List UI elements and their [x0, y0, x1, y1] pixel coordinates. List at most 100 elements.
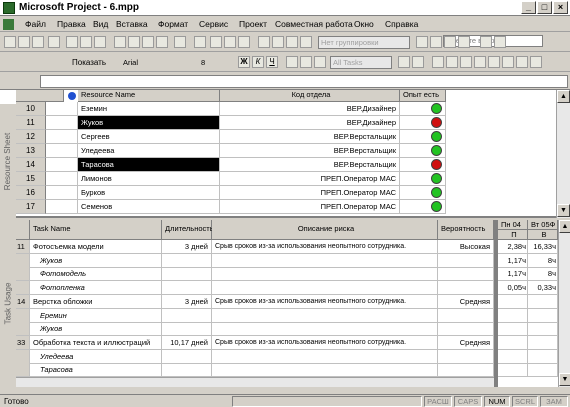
entry-field[interactable]: [40, 75, 568, 88]
task-name-cell[interactable]: Жуков: [30, 253, 162, 268]
copy-icon[interactable]: [128, 36, 140, 48]
duration-cell[interactable]: [162, 281, 212, 296]
unlink-tasks-icon[interactable]: [224, 36, 236, 48]
col-dept-code[interactable]: Код отдела: [220, 90, 400, 102]
resource-name-cell[interactable]: Еземин: [78, 102, 220, 116]
task-name-cell[interactable]: Верстка обложки: [30, 294, 162, 309]
risk-description-cell[interactable]: Срыв сроков из-за использования неопытно…: [212, 240, 438, 254]
resource-name-cell[interactable]: Лимонов: [78, 172, 220, 186]
resource-name-cell[interactable]: Жуков: [78, 116, 220, 130]
copy-picture-2-icon[interactable]: [458, 36, 470, 48]
row-number[interactable]: [16, 322, 30, 337]
menu-collaborate[interactable]: Совместная работа: [275, 19, 353, 29]
search-icon[interactable]: [48, 36, 60, 48]
row-number[interactable]: 14: [16, 158, 46, 172]
undo-icon[interactable]: [174, 36, 186, 48]
risk-description-cell[interactable]: Срыв сроков из-за использования неопытно…: [212, 335, 438, 350]
format-painter-icon[interactable]: [156, 36, 168, 48]
task-name-cell[interactable]: Обработка текста и иллюстраций: [30, 335, 162, 350]
probability-cell[interactable]: [438, 349, 494, 364]
col-probability[interactable]: Вероятность: [438, 220, 494, 240]
horizontal-scrollbar[interactable]: [16, 377, 494, 387]
scroll-up-button[interactable]: ▲: [557, 90, 570, 103]
show-dropdown[interactable]: Показать: [72, 58, 106, 67]
work-cell-day1[interactable]: 1,17ч: [498, 267, 528, 282]
work-cell-day2[interactable]: 8ч: [528, 267, 558, 282]
new-icon[interactable]: [4, 36, 16, 48]
bold-button[interactable]: Ж: [238, 56, 250, 68]
work-cell-day2[interactable]: [528, 363, 558, 378]
work-cell-day1[interactable]: [498, 294, 528, 309]
toolbar-button-7[interactable]: [516, 56, 528, 68]
duration-cell[interactable]: [162, 308, 212, 323]
work-cell-day2[interactable]: 8ч: [528, 253, 558, 268]
align-center-icon[interactable]: [300, 56, 312, 68]
open-icon[interactable]: [18, 36, 30, 48]
filter-combo[interactable]: All Tasks: [330, 56, 392, 69]
dept-code-cell[interactable]: ВЕР.Дизайнер: [220, 102, 400, 116]
font-combo[interactable]: Arial: [120, 56, 194, 69]
probability-cell[interactable]: [438, 281, 494, 296]
row-number[interactable]: 33: [16, 335, 30, 350]
row-number[interactable]: 17: [16, 200, 46, 214]
row-number[interactable]: 12: [16, 130, 46, 144]
dept-code-cell[interactable]: ВЕР.Верстальщик: [220, 144, 400, 158]
align-left-icon[interactable]: [286, 56, 298, 68]
col-risk-description[interactable]: Описание риска: [212, 220, 438, 240]
row-number[interactable]: [16, 363, 30, 378]
menu-window[interactable]: Окно: [354, 19, 374, 29]
task-name-cell[interactable]: Еремин: [30, 308, 162, 323]
probability-cell[interactable]: [438, 253, 494, 268]
scroll-down-button[interactable]: ▼: [557, 204, 570, 217]
resource-name-cell[interactable]: Уледеева: [78, 144, 220, 158]
resource-scrollbar[interactable]: ▲ ▼: [556, 90, 570, 218]
document-icon[interactable]: [3, 19, 14, 30]
dept-code-cell[interactable]: ПРЕП.Оператор МАС: [220, 186, 400, 200]
work-cell-day1[interactable]: [498, 308, 528, 323]
dept-code-cell[interactable]: ПРЕП.Оператор МАС: [220, 200, 400, 214]
link-tasks-icon[interactable]: [210, 36, 222, 48]
cut-icon[interactable]: [114, 36, 126, 48]
assign-resources-icon[interactable]: [286, 36, 298, 48]
minus-icon[interactable]: [42, 56, 54, 68]
probability-cell[interactable]: [438, 363, 494, 378]
paste-icon[interactable]: [142, 36, 154, 48]
task-info-icon[interactable]: [258, 36, 270, 48]
row-number[interactable]: 11: [16, 240, 30, 254]
row-number[interactable]: 15: [16, 172, 46, 186]
underline-button[interactable]: Ч: [266, 56, 278, 68]
row-number[interactable]: [16, 253, 30, 268]
duration-cell[interactable]: [162, 322, 212, 337]
dept-code-cell[interactable]: ВЕР.Верстальщик: [220, 158, 400, 172]
resource-name-cell[interactable]: Бурков: [78, 186, 220, 200]
row-number[interactable]: [16, 267, 30, 282]
task-name-cell[interactable]: Уледеева: [30, 349, 162, 364]
resource-name-cell[interactable]: Тарасова: [78, 158, 220, 172]
probability-cell[interactable]: Средняя: [438, 294, 494, 309]
menu-help[interactable]: Справка: [385, 19, 418, 29]
risk-description-cell[interactable]: [212, 281, 438, 296]
risk-description-cell[interactable]: [212, 322, 438, 337]
work-cell-day2[interactable]: [528, 349, 558, 364]
arrow-right-icon[interactable]: [16, 56, 28, 68]
help-icon[interactable]: [494, 36, 506, 48]
corner-header[interactable]: [16, 90, 64, 102]
row-number[interactable]: 16: [16, 186, 46, 200]
probability-cell[interactable]: [438, 308, 494, 323]
risk-description-cell[interactable]: Срыв сроков из-за использования неопытно…: [212, 294, 438, 309]
save-icon[interactable]: [32, 36, 44, 48]
col-task-name[interactable]: Task Name: [30, 220, 162, 240]
tracking-icon[interactable]: [480, 36, 492, 48]
duration-cell[interactable]: [162, 363, 212, 378]
minimize-button[interactable]: _: [521, 1, 536, 14]
scroll-up-button[interactable]: ▲: [559, 220, 570, 233]
work-cell-day2[interactable]: 16,33ч: [528, 240, 558, 254]
italic-button[interactable]: К: [252, 56, 264, 68]
print-icon[interactable]: [66, 36, 78, 48]
task-name-cell[interactable]: Фотопленка: [30, 281, 162, 296]
close-button[interactable]: ×: [553, 1, 568, 14]
gantt-wizard-icon[interactable]: [412, 56, 424, 68]
group-combo[interactable]: Нет группировки: [318, 36, 410, 49]
corner-header[interactable]: [16, 220, 30, 240]
goto-task-icon[interactable]: [444, 36, 456, 48]
